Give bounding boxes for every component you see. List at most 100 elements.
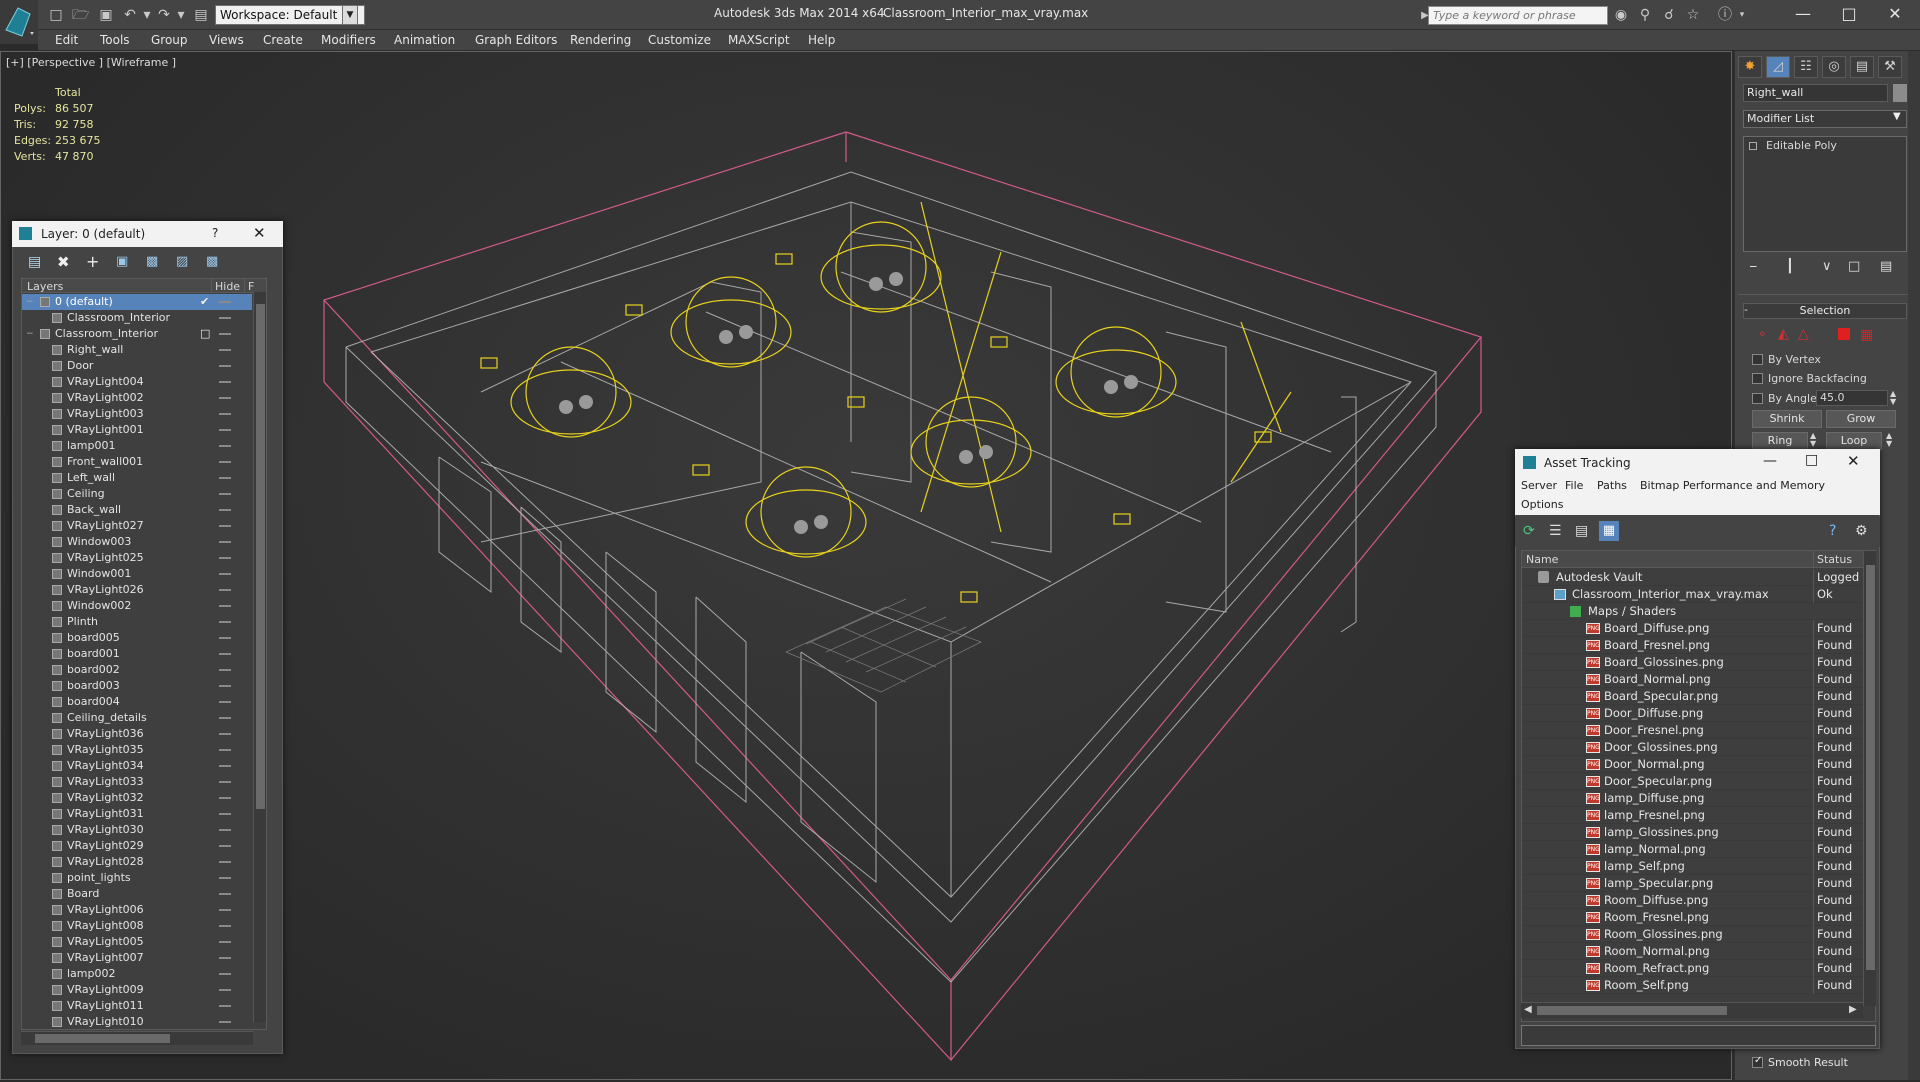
layer-hide-toggle-icon[interactable] [219, 397, 231, 399]
layer-row[interactable]: VRayLight001 [22, 422, 252, 438]
menu-create[interactable]: Create [263, 33, 303, 47]
create-tab-icon[interactable]: ✸ [1738, 56, 1762, 78]
select-objects-icon[interactable]: ▣ [116, 254, 128, 269]
layer-hide-toggle-icon[interactable] [219, 637, 231, 639]
motion-tab-icon[interactable]: ◎ [1822, 56, 1846, 78]
asset-row[interactable]: PNG lamp_Normal.png Found [1522, 841, 1864, 858]
asset-row[interactable]: PNG Room_Normal.png Found [1522, 943, 1864, 960]
layer-hide-toggle-icon[interactable] [219, 429, 231, 431]
layer-hide-toggle-icon[interactable] [219, 797, 231, 799]
layer-hide-toggle-icon[interactable] [219, 493, 231, 495]
layer-row[interactable]: − 0 (default) ✔ [22, 294, 252, 310]
table-view-icon[interactable]: ▦ [1599, 521, 1619, 541]
layer-hide-toggle-icon[interactable] [219, 701, 231, 703]
help-dropdown-icon[interactable]: ▾ [1734, 7, 1750, 23]
layer-row[interactable]: VRayLight030 [22, 822, 252, 838]
layer-vertical-scrollbar[interactable] [253, 292, 266, 1022]
subscription-key-icon[interactable]: ⚲ [1637, 7, 1653, 23]
layer-hide-toggle-icon[interactable] [219, 381, 231, 383]
vertex-mode-icon[interactable]: ∘ [1758, 326, 1767, 342]
layer-row[interactable]: point_lights [22, 870, 252, 886]
menu-group[interactable]: Group [151, 33, 188, 47]
asset-table[interactable]: Name Status Autodesk VaultLogged OClassr… [1521, 550, 1876, 1022]
element-mode-icon[interactable]: ▦ [1860, 327, 1873, 343]
layer-row[interactable]: VRayLight004 [22, 374, 252, 390]
layer-row[interactable]: Left_wall [22, 470, 252, 486]
search-input[interactable]: Type a keyword or phrase [1428, 6, 1608, 25]
asset-row[interactable]: PNG Board_Specular.png Found [1522, 688, 1864, 705]
layer-hide-toggle-icon[interactable] [219, 1005, 231, 1007]
create-layer-icon[interactable]: ▤ [28, 254, 41, 270]
favorites-star-icon[interactable]: ☆ [1685, 7, 1701, 23]
layer-hide-toggle-icon[interactable] [219, 653, 231, 655]
asset-row[interactable]: Classroom_Interior_max_vray.max Ok [1522, 586, 1864, 603]
menu-maxscript[interactable]: MAXScript [728, 33, 790, 47]
layer-hide-toggle-icon[interactable] [219, 765, 231, 767]
asset-row[interactable]: PNG Room_Self.png Found [1522, 977, 1864, 994]
object-color-swatch[interactable] [1893, 84, 1907, 102]
add-to-layer-icon[interactable]: + [86, 252, 99, 271]
configure-sets-icon[interactable]: ▤ [1880, 259, 1892, 274]
pin-stack-icon[interactable]: ⎯ [1750, 259, 1757, 274]
menu-graph-editors[interactable]: Graph Editors [475, 33, 557, 47]
layer-row[interactable]: Window002 [22, 598, 252, 614]
asset-menu-options[interactable]: Options [1521, 498, 1563, 511]
layer-hide-toggle-icon[interactable] [219, 973, 231, 975]
layer-row[interactable]: Ceiling_details [22, 710, 252, 726]
layer-row[interactable]: VRayLight031 [22, 806, 252, 822]
layer-row[interactable]: VRayLight025 [22, 550, 252, 566]
layer-hide-toggle-icon[interactable] [219, 541, 231, 543]
layer-hide-toggle-icon[interactable] [219, 749, 231, 751]
layer-hide-toggle-icon[interactable] [219, 1021, 231, 1023]
layer-hide-toggle-icon[interactable] [219, 909, 231, 911]
col-status-header[interactable]: Status [1817, 553, 1852, 566]
minimize-icon[interactable]: — [1780, 2, 1826, 28]
open-file-icon[interactable]: 🗁 [72, 7, 89, 23]
angle-spinner-arrows-icon[interactable]: ▲ ▼ [1890, 390, 1896, 406]
layer-row[interactable]: Board [22, 886, 252, 902]
grow-button[interactable]: Grow [1826, 410, 1896, 428]
layer-hide-toggle-icon[interactable] [219, 333, 231, 335]
redo-dropdown-icon[interactable]: ▾ [173, 7, 189, 23]
asset-hscroll-thumb[interactable] [1537, 1006, 1727, 1015]
project-folder-icon[interactable]: ▤ [193, 7, 209, 23]
workspace-dropdown-icon[interactable]: ▼ [342, 5, 358, 25]
col-name-header[interactable]: Name [1526, 553, 1558, 566]
asset-horizontal-scrollbar[interactable]: ◀ ▶ [1521, 1002, 1863, 1018]
layer-row[interactable]: VRayLight033 [22, 774, 252, 790]
modifier-stack[interactable]: Editable Poly [1743, 136, 1907, 252]
asset-scroll-thumb[interactable] [1866, 565, 1875, 970]
asset-row[interactable]: PNG lamp_Self.png Found [1522, 858, 1864, 875]
asset-close-icon[interactable]: ✕ [1847, 452, 1860, 470]
viewport-label[interactable]: [+] [Perspective ] [Wireframe ] [6, 56, 176, 69]
asset-row[interactable]: PNG lamp_Specular.png Found [1522, 875, 1864, 892]
asset-row[interactable]: PNG Room_Diffuse.png Found [1522, 892, 1864, 909]
show-end-result-icon[interactable]: ┃ [1786, 259, 1794, 274]
asset-menu-paths[interactable]: Paths [1597, 479, 1627, 492]
active-layer-check-icon[interactable]: ✔ [200, 294, 209, 310]
col-hide-header[interactable]: Hide [215, 280, 240, 293]
layer-row[interactable]: board002 [22, 662, 252, 678]
display-tab-icon[interactable]: ▤ [1850, 56, 1874, 78]
modifier-list-select[interactable]: Modifier List [1743, 110, 1907, 128]
maximize-icon[interactable]: □ [1826, 2, 1872, 28]
menu-edit[interactable]: Edit [55, 33, 78, 47]
layer-row[interactable]: VRayLight029 [22, 838, 252, 854]
stack-item-editable-poly[interactable]: Editable Poly [1766, 139, 1837, 152]
menu-help[interactable]: Help [808, 33, 835, 47]
layer-row[interactable]: Window003 [22, 534, 252, 550]
layer-state-icon[interactable]: □ [200, 326, 210, 342]
refresh-icon[interactable]: ⟳ [1523, 523, 1535, 539]
menu-modifiers[interactable]: Modifiers [321, 33, 376, 47]
layer-row[interactable]: Plinth [22, 614, 252, 630]
layer-hide-toggle-icon[interactable] [219, 813, 231, 815]
by-angle-checkbox[interactable] [1752, 393, 1763, 404]
layer-hide-toggle-icon[interactable] [219, 877, 231, 879]
modifier-dropdown-icon[interactable]: ▼ [1893, 111, 1901, 122]
layer-row[interactable]: VRayLight009 [22, 982, 252, 998]
remove-modifier-icon[interactable]: □ [1848, 259, 1860, 274]
help-icon[interactable]: ⓘ [1717, 7, 1733, 23]
asset-row[interactable]: Maps / Shaders [1522, 603, 1864, 620]
layer-row[interactable]: Front_wall001 [22, 454, 252, 470]
asset-vertical-scrollbar[interactable] [1863, 551, 1876, 1006]
